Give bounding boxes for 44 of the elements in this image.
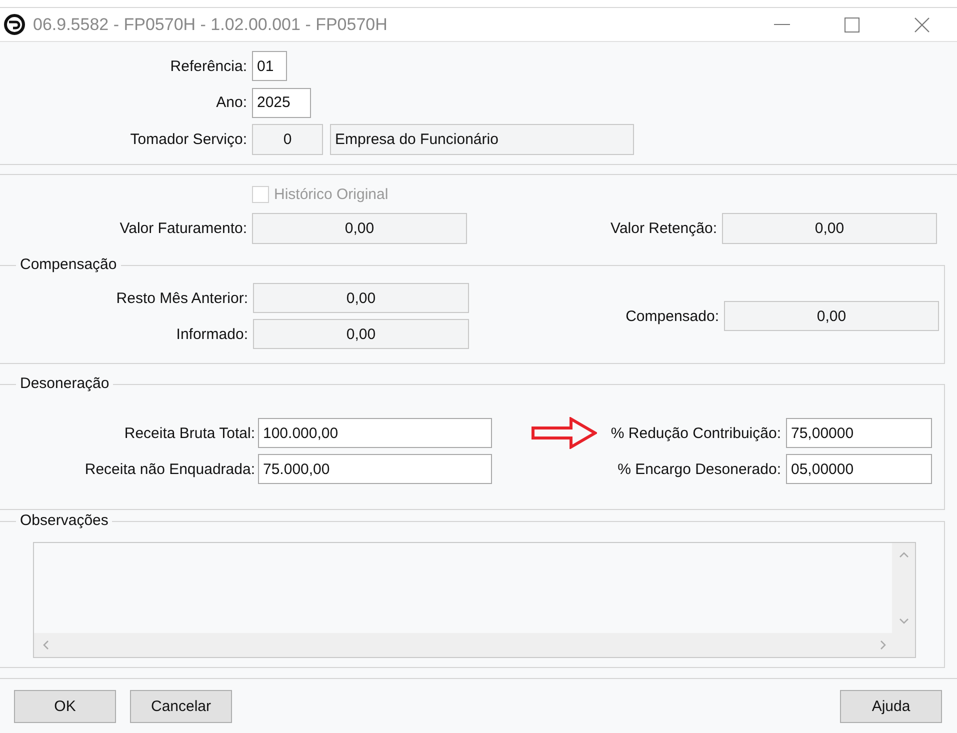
horizontal-scrollbar[interactable]: [34, 633, 915, 657]
group-title: Desoneração: [16, 375, 114, 393]
scroll-up-icon[interactable]: [898, 551, 908, 558]
scroll-down-icon[interactable]: [898, 618, 908, 625]
scroll-right-icon[interactable]: [880, 640, 887, 650]
maximize-icon[interactable]: [844, 16, 860, 32]
checkbox-label: Histórico Original: [274, 186, 388, 202]
field-label: Referência:: [169, 58, 247, 74]
input-field[interactable]: 0: [252, 124, 323, 155]
input-field[interactable]: 0,00: [724, 301, 939, 331]
field-label: Ano:: [215, 94, 247, 111]
dialog-button[interactable]: Ajuda: [840, 690, 942, 723]
field-label: Informado:: [175, 326, 248, 342]
input-field[interactable]: 75,00000: [786, 418, 932, 448]
group-title: Compensação: [16, 256, 121, 274]
input-field[interactable]: 0,00: [252, 212, 467, 244]
field-label: Valor Faturamento:: [118, 220, 247, 236]
input-field[interactable]: 0,00: [253, 283, 469, 313]
field-label: Valor Retenção:: [610, 220, 717, 236]
input-field[interactable]: 100.000,00: [258, 418, 492, 448]
input-field[interactable]: Empresa do Funcionário: [330, 124, 634, 155]
minimize-icon[interactable]: [774, 24, 790, 26]
input-field[interactable]: 0,00: [253, 319, 469, 349]
close-icon[interactable]: [914, 16, 930, 32]
field-label: % Redução Contribuição:: [610, 424, 781, 442]
dialog-button[interactable]: Cancelar: [130, 690, 232, 723]
input-field[interactable]: 2025: [252, 88, 311, 118]
dialog-button[interactable]: OK: [14, 690, 116, 723]
scroll-left-icon[interactable]: [42, 640, 49, 650]
field-label: % Encargo Desonerado:: [616, 460, 781, 478]
text-area[interactable]: [33, 542, 916, 658]
field-label: Receita não Enquadrada:: [84, 460, 255, 478]
input-field[interactable]: 05,00000: [786, 454, 932, 484]
group-title: Observações: [16, 512, 112, 530]
input-field[interactable]: 75.000,00: [258, 454, 492, 484]
field-label: Compensado:: [624, 308, 719, 324]
field-label: Resto Mês Anterior:: [115, 290, 248, 306]
window-title: 06.9.5582 - FP0570H - 1.02.00.001 - FP0570H: [33, 14, 388, 34]
field-label: Tomador Serviço:: [129, 131, 247, 148]
vertical-scrollbar[interactable]: [892, 543, 915, 633]
field-label: Receita Bruta Total:: [123, 424, 255, 442]
app-logo-icon: [4, 14, 25, 35]
input-field[interactable]: 01: [252, 51, 287, 81]
input-field[interactable]: 0,00: [722, 212, 937, 244]
